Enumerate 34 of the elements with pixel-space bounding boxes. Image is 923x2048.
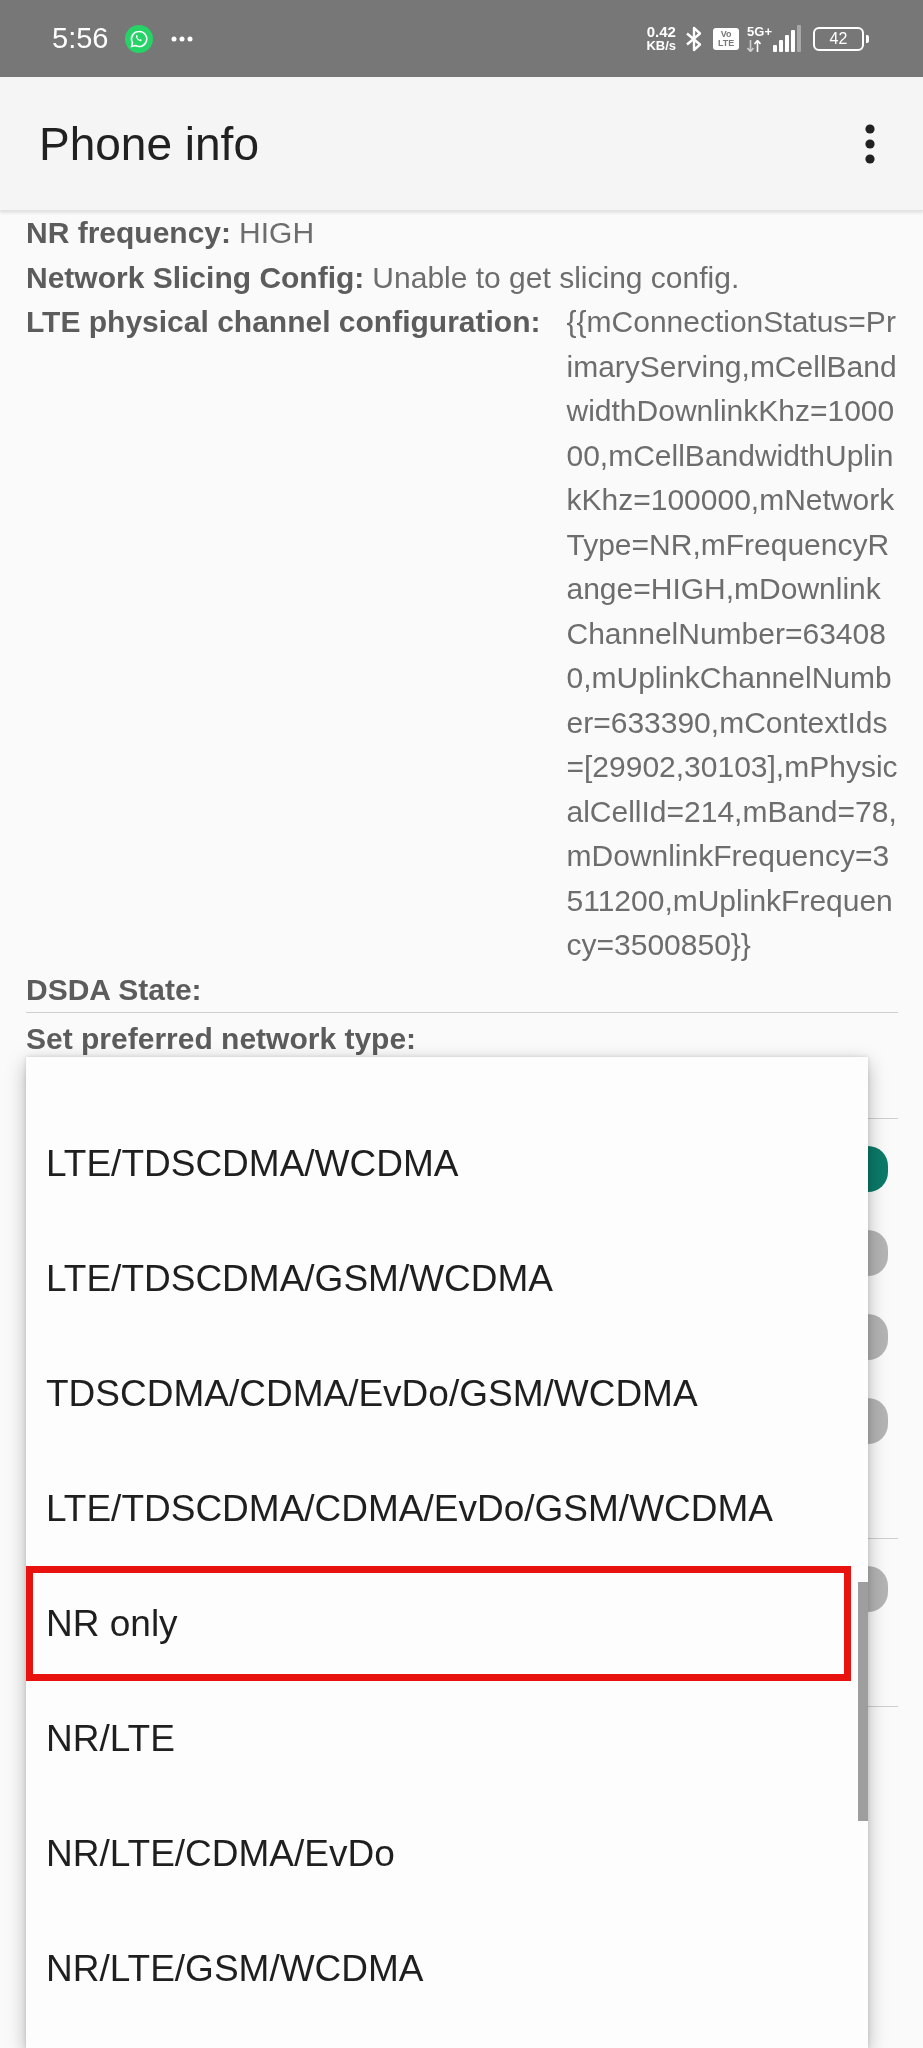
switch-thumb[interactable] [868,1145,888,1192]
scrollbar-thumb[interactable] [858,1582,868,1821]
menu-item[interactable]: LTE/TDSCDMA/WCDMA [26,1106,851,1221]
chat-app-icon [125,24,154,53]
menu-item[interactable]: NR/LTE/GSM/WCDMA [26,1911,851,2026]
menu-item[interactable]: LTE/TDSCDMA/GSM/WCDMA [26,1221,851,1336]
info-value: {{mConnectionStatus=PrimaryServing,mCellBandwidthDownlinkKhz=100000,mCellBandwidthUplinkKhz=100000,mNetworkType=NR,mFrequencyRange=HIGH,mDownlinkChannelNumber=634080,mUplinkChannelNumber=633390,mContextIds=[29902,30103],mPhysicalCellId=214,mBand=78,mDownlinkFrequency=3511200,mUplinkFrequency=3500850}} [566,304,898,963]
info-label: DSDA State: [26,972,202,1006]
switch-thumb[interactable] [868,1397,888,1444]
clock: 5:56 [52,24,109,53]
switch-thumb[interactable] [868,1229,888,1276]
info-value: HIGH [239,216,315,249]
volte-badge: Vo LTE [713,27,740,50]
battery-indicator: 42 [813,26,869,51]
info-label: Network Slicing Config: [26,260,365,294]
menu-item[interactable]: NR only [26,1566,851,1681]
screen-title: Phone info [39,116,259,171]
signal-icon [773,25,801,52]
data-arrows-icon [747,40,762,52]
network-speed-unit: KB/s [646,39,677,52]
info-value: Unable to get slicing config. [372,260,740,294]
section-label: Set preferred network type: [26,1022,417,1055]
network-speed-value: 0.42 [646,25,676,39]
dots-icon [171,35,194,42]
switch-thumb[interactable] [868,1565,888,1612]
menu-item[interactable]: NR/LTE [26,1681,851,1796]
menu-item[interactable]: LTE/TDSCDMA/CDMA/EvDo/GSM/WCDMA [26,1451,851,1566]
info-label: LTE physical channel configuration: [26,304,541,340]
switch-thumb[interactable] [868,1313,888,1360]
info-label: NR frequency: [26,216,232,249]
menu-item[interactable]: TDSCDMA/CDMA/EvDo/GSM/WCDMA [26,1336,851,1451]
network-type-label: 5G+ [747,25,772,38]
overflow-menu-icon[interactable] [865,123,875,164]
menu-item[interactable]: NR/LTE/CDMA/EvDo [26,1796,851,1911]
